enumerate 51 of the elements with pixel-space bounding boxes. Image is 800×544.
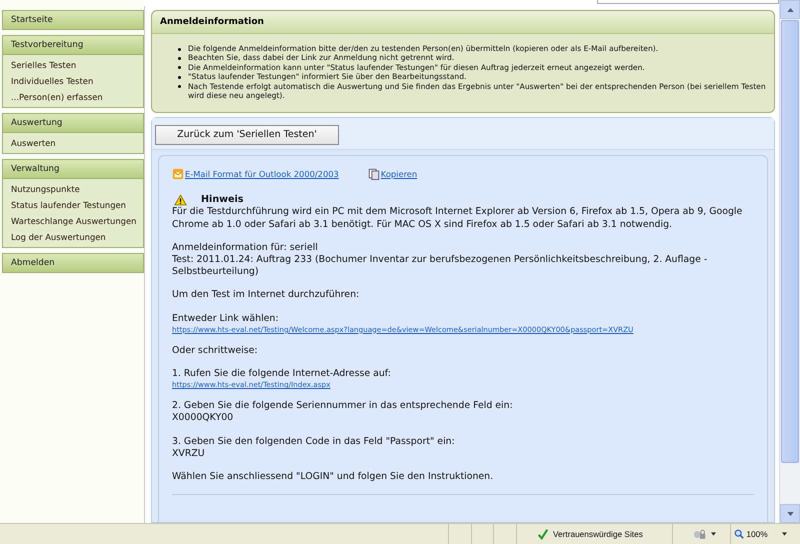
sidebar-heading[interactable]: Testvorbereitung [3,36,143,55]
sidebar-heading[interactable]: Startseite [3,11,143,29]
sidebar-item[interactable]: Auswerten [3,135,143,151]
scroll-thumb[interactable] [781,20,799,463]
security-zone: Vertrauenswürdige Sites [552,529,643,539]
message-text: Test: 2011.01.24: Auftrag 233 (Bochumer Inventar zur berufsbezogenen Persönlichkeitsbeschreibung, 2. Auflage - Selbstbeurteilung) [172,254,708,278]
caret-icon[interactable] [782,532,787,536]
sidebar-item[interactable]: Serielles Testen [3,57,143,73]
scroll-down-button[interactable] [780,504,800,523]
back-button[interactable]: Zurück zum 'Seriellen Testen' [155,124,339,145]
message-text: XVRZU [172,448,206,460]
bullet-dot [178,56,181,60]
message-text: Für die Testdurchführung wird ein PC mit dem Microsoft Internet Explorer ab Version 6, Firefox ab 1.5, Opera ab 9, Google Chrome ab 1.0 oder Safari ab 3.1 benötigt. Für MAC OS X sind Firefox ab 1.5 oder Safari ab 3.1 notwendig. [172,206,744,231]
bullet-dot [178,85,181,88]
caret-icon[interactable] [710,532,716,536]
top-field[interactable] [597,0,779,4]
sidebar-item[interactable]: Individuelles Testen [3,73,143,89]
message-text: Anmeldeinformation für: seriell [172,242,319,254]
sidebar-heading[interactable]: Verwaltung [3,160,143,179]
scrollbar[interactable] [779,0,800,523]
message-text: 1. Rufen Sie die folgende Internet-Adresse auf: [172,368,392,380]
bullet-dot [178,48,181,50]
message-text: Wählen Sie anschliessend "LOGIN" und folgen Sie den Instruktionen. [172,470,494,484]
scroll-up-button[interactable] [780,0,800,19]
zoom-icon[interactable] [734,529,744,539]
action-link[interactable]: E-Mail Format für Outlook 2000/2003 [185,168,339,180]
panel-title: Anmeldeinformation [152,11,774,34]
message-text: Oder schrittweise: [172,344,259,357]
down-arrow-icon[interactable] [786,512,794,516]
message-text: 3. Geben Sie den folgenden Code in das Feld "Passport" ein: [172,436,456,448]
message-text: 2. Geben Sie die folgende Seriennummer in das entsprechende Feld ein: [172,400,514,412]
check-icon [536,528,549,540]
sidebar-heading[interactable]: Auswertung [3,114,143,133]
bullet-dot [178,76,181,79]
message-text: Entweder Link wählen: [172,312,280,325]
sidebar-heading[interactable]: Abmelden [3,254,143,272]
warning-icon [174,194,187,206]
zoom-level[interactable]: 100% [746,529,768,539]
message-text: Um den Test im Internet durchzuführen: [172,289,360,302]
envelope-icon [172,168,184,180]
action-link[interactable]: Kopieren [380,168,418,180]
bullet-dot [178,66,181,70]
sidebar-item[interactable]: Warteschlange Auswertungen [3,213,143,229]
sidebar-item[interactable]: ...Person(en) erfassen [3,89,143,105]
copy-icon [368,168,380,180]
message-text: X0000QKY00 [172,412,234,425]
hint-title: Hinweis [201,194,244,206]
up-arrow-icon[interactable] [786,8,794,12]
sidebar-item[interactable]: Log der Auswertungen [3,229,143,245]
sidebar-item[interactable]: Nutzungspunkte [3,181,143,197]
sidebar-item[interactable]: Status laufender Testungen [3,197,143,213]
